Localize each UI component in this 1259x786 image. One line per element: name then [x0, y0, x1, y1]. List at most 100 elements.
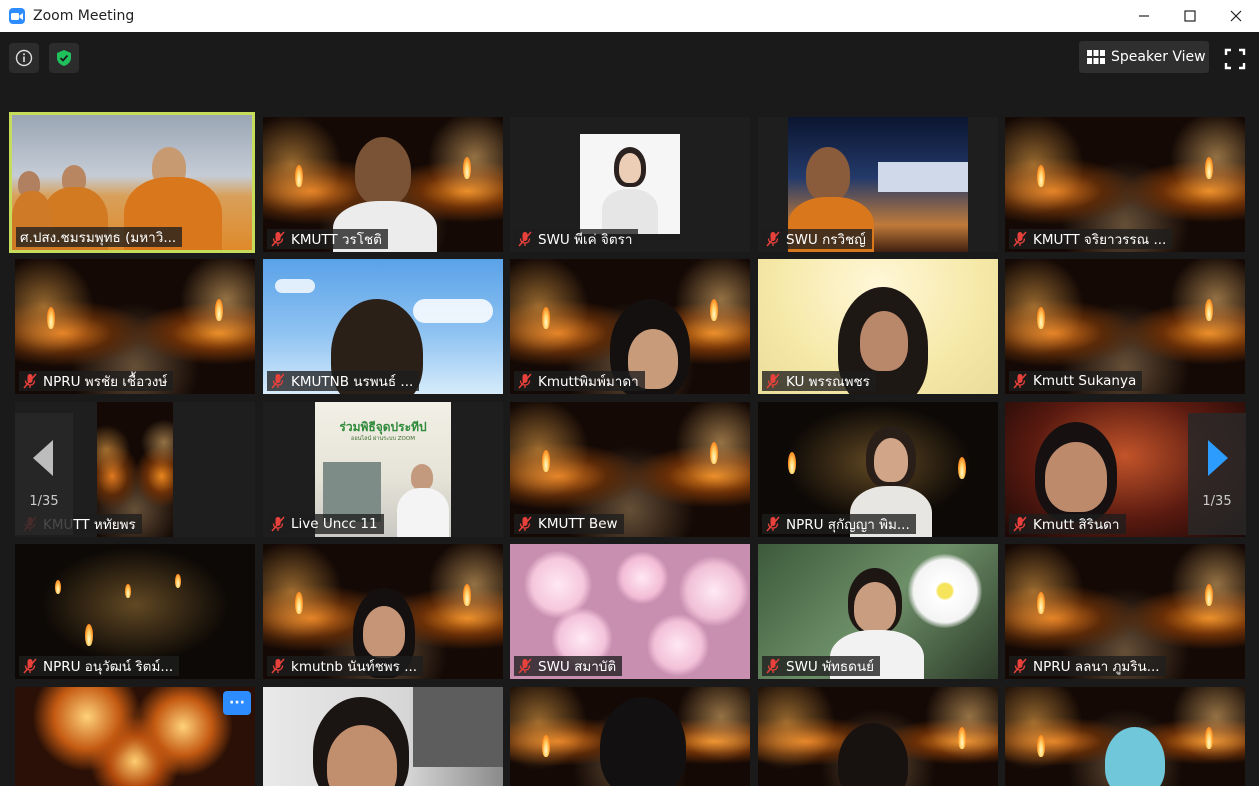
participant-tile[interactable]: ร่วมพิธีจุดประทีป ออนไลน์ ผ่านระบบ ZOOM … — [263, 402, 503, 537]
muted-microphone-icon — [766, 516, 780, 532]
candle-flame — [1037, 307, 1045, 329]
participant-hair — [600, 697, 686, 786]
participant-nameplate: ศ.ปสง.ชมรมพุทธ (มหาวิ... — [16, 227, 183, 247]
candle-flame — [295, 165, 303, 187]
candle-flame — [542, 735, 550, 757]
cloud — [413, 299, 493, 323]
participant-tile[interactable]: Kmuttพิมพ์มาดา — [510, 259, 750, 394]
participant-tile[interactable]: KMUTT Bew — [510, 402, 750, 537]
participant-nameplate: KMUTT วรโชติ — [267, 229, 388, 249]
maximize-button[interactable] — [1167, 0, 1213, 32]
participant-face — [619, 153, 641, 183]
participant-name: Kmuttพิมพ์มาดา — [538, 374, 639, 390]
participant-tile[interactable]: KMUTT วรโชติ — [263, 117, 503, 252]
page-indicator: 1/35 — [1202, 493, 1232, 509]
muted-microphone-icon — [766, 658, 780, 674]
fullscreen-button[interactable] — [1222, 46, 1248, 72]
participant-name: NPRU อนุวัฒน์ ริตม์... — [43, 659, 174, 675]
meeting-info-button[interactable] — [9, 43, 39, 73]
participant-tile[interactable]: Kmutt Sukanya — [1005, 259, 1245, 394]
candle-flame — [463, 584, 471, 606]
muted-microphone-icon — [518, 373, 532, 389]
muted-microphone-icon — [518, 658, 532, 674]
muted-microphone-icon — [766, 231, 780, 247]
participant-nameplate: KMUTNB นรพนธ์ ... — [267, 371, 420, 391]
muted-microphone-icon — [1013, 231, 1027, 247]
participant-tile[interactable] — [263, 687, 503, 786]
speaker-view-button[interactable]: Speaker View — [1079, 41, 1209, 73]
next-page-button[interactable]: 1/35 — [1188, 413, 1246, 535]
participant-body — [397, 488, 449, 537]
participant-nameplate: SWU กรวิชญ์ — [762, 229, 872, 249]
candle-flame — [47, 307, 55, 329]
participant-tile[interactable]: ··· — [15, 687, 255, 786]
participant-name: SWU พัทธดนย์ — [786, 659, 875, 675]
participant-tile[interactable]: KMUTNB นรพนธ์ ... — [263, 259, 503, 394]
participant-name: NPRU พรชัย เชื้อวงษ์ — [43, 374, 168, 390]
more-options-button[interactable]: ··· — [223, 691, 251, 715]
participant-tile[interactable]: SWU กรวิชญ์ — [758, 117, 998, 252]
participant-body — [602, 189, 658, 234]
participant-name: SWU กรวิชญ์ — [786, 232, 866, 248]
participant-tile[interactable]: NPRU พรชัย เชื้อวงษ์ — [15, 259, 255, 394]
candle-flame — [463, 157, 471, 179]
participant-nameplate: NPRU อนุวัฒน์ ริตม์... — [19, 656, 180, 676]
participant-face — [854, 582, 896, 632]
meeting-topbar: Speaker View — [0, 32, 1259, 110]
candle-flame — [788, 452, 796, 474]
participant-name: KMUTNB นรพนธ์ ... — [291, 374, 414, 390]
participant-tile[interactable]: KMUTT จริยาวรรณ ... — [1005, 117, 1245, 252]
participant-name: KMUTT จริยาวรรณ ... — [1033, 232, 1167, 248]
muted-microphone-icon — [518, 231, 532, 247]
participant-nameplate: NPRU สุกัญญา พิม... — [762, 514, 916, 534]
previous-page-button[interactable]: 1/35 — [15, 413, 73, 535]
participant-tile[interactable] — [1005, 687, 1245, 786]
participant-nameplate: Live Uncc 11 — [267, 514, 384, 534]
candle-flame — [958, 727, 966, 749]
participant-nameplate: SWU สมาบัติ — [514, 656, 623, 676]
participant-name: KU พรรณพชร — [786, 374, 870, 390]
participant-name: SWU พีเค่ จิตรา — [538, 232, 633, 248]
candle-flame — [85, 624, 93, 646]
participant-name: ศ.ปสง.ชมรมพุทธ (มหาวิ... — [20, 230, 177, 246]
minimize-button[interactable] — [1121, 0, 1167, 32]
participant-tile[interactable]: kmutnb นันท์ชพร ... — [263, 544, 503, 679]
candle-flame — [55, 580, 61, 594]
candle-flame — [1205, 157, 1213, 179]
window-titlebar: Zoom Meeting — [0, 0, 1259, 32]
participant-tile[interactable]: SWU พัทธดนย์ — [758, 544, 998, 679]
participant-face — [411, 464, 433, 490]
participant-name: Live Uncc 11 — [291, 516, 378, 532]
candle-flame — [1205, 299, 1213, 321]
participant-tile[interactable]: SWU สมาบัติ — [510, 544, 750, 679]
cloud — [275, 279, 315, 293]
muted-microphone-icon — [766, 373, 780, 389]
participant-tile[interactable] — [510, 687, 750, 786]
participant-nameplate: Kmutt Sukanya — [1009, 371, 1143, 391]
participant-tile[interactable]: KU พรรณพชร — [758, 259, 998, 394]
muted-microphone-icon — [1013, 373, 1027, 389]
window-controls — [1121, 0, 1259, 32]
info-icon — [15, 49, 33, 67]
candle-flame — [175, 574, 181, 588]
participant-tile[interactable]: NPRU สุกัญญา พิม... — [758, 402, 998, 537]
muted-microphone-icon — [271, 658, 285, 674]
participant-face — [1045, 442, 1107, 512]
participant-face — [363, 606, 405, 658]
participant-tile[interactable]: SWU พีเค่ จิตรา — [510, 117, 750, 252]
candle-flame — [958, 457, 966, 479]
security-button[interactable] — [49, 43, 79, 73]
participant-nameplate: NPRU ลลนา ภูมริน... — [1009, 656, 1166, 676]
close-button[interactable] — [1213, 0, 1259, 32]
participant-tile[interactable] — [758, 687, 998, 786]
participant-tile[interactable]: ศ.ปสง.ชมรมพุทธ (มหาวิ... — [9, 112, 255, 253]
participant-name: NPRU ลลนา ภูมริน... — [1033, 659, 1160, 675]
participant-tile[interactable]: NPRU ลลนา ภูมริน... — [1005, 544, 1245, 679]
muted-microphone-icon — [271, 231, 285, 247]
muted-microphone-icon — [23, 373, 37, 389]
participant-face — [355, 137, 411, 205]
participant-face — [860, 311, 908, 371]
participant-nameplate: kmutnb นันท์ชพร ... — [267, 656, 424, 676]
participant-tile[interactable]: NPRU อนุวัฒน์ ริตม์... — [15, 544, 255, 679]
participant-nameplate: KMUTT Bew — [514, 514, 624, 534]
